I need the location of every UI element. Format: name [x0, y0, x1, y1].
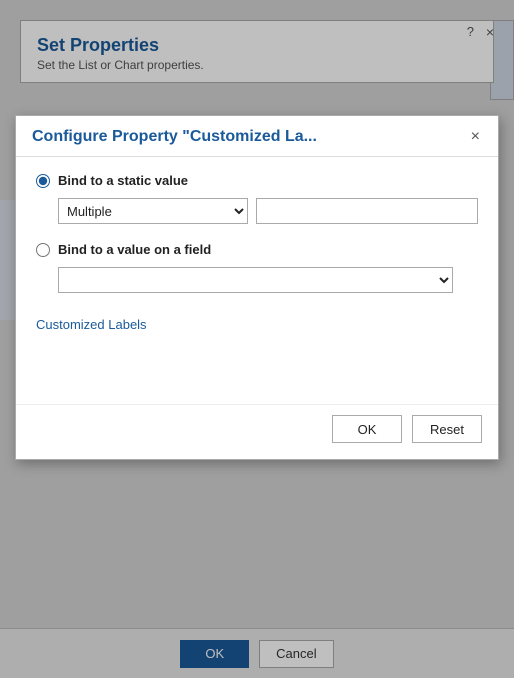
- ok-button[interactable]: OK: [332, 415, 402, 443]
- static-value-label[interactable]: Bind to a static value: [58, 173, 188, 188]
- field-select-row: [58, 267, 478, 293]
- modal-footer: OK Reset: [16, 404, 498, 459]
- static-value-dropdown[interactable]: Multiple Single None: [58, 198, 248, 224]
- modal-close-button[interactable]: ×: [469, 129, 482, 145]
- modal-body: Bind to a static value Multiple Single N…: [16, 157, 498, 344]
- field-value-radio[interactable]: [36, 243, 50, 257]
- field-option-row: Bind to a value on a field: [36, 242, 478, 257]
- static-value-option-row: Bind to a static value: [36, 173, 478, 188]
- field-value-label[interactable]: Bind to a value on a field: [58, 242, 211, 257]
- field-bind-section: Bind to a value on a field: [36, 242, 478, 293]
- static-value-text-input[interactable]: [256, 198, 478, 224]
- reset-button[interactable]: Reset: [412, 415, 482, 443]
- field-value-dropdown[interactable]: [58, 267, 453, 293]
- static-value-radio[interactable]: [36, 174, 50, 188]
- customized-labels-link[interactable]: Customized Labels: [36, 317, 147, 332]
- configure-property-dialog: Configure Property "Customized La... × B…: [15, 115, 499, 460]
- modal-title: Configure Property "Customized La...: [32, 128, 317, 146]
- static-value-controls: Multiple Single None: [58, 198, 478, 224]
- modal-header: Configure Property "Customized La... ×: [16, 116, 498, 157]
